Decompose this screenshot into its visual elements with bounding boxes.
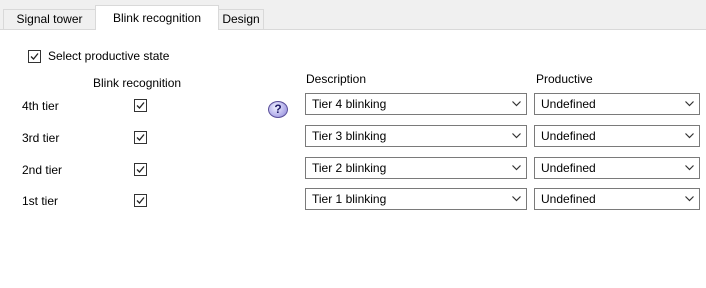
checkmark-icon [136,102,145,109]
description-value: Tier 3 blinking [312,129,387,143]
productive-dropdown[interactable]: Undefined [534,188,700,210]
tab-signal-tower[interactable]: Signal tower [3,9,96,29]
productive-value: Undefined [541,192,596,206]
tier-label: 1st tier [22,194,59,208]
productive-value: Undefined [541,161,596,175]
productive-dropdown[interactable]: Undefined [534,125,700,147]
description-dropdown[interactable]: Tier 3 blinking [305,125,527,147]
blink-recognition-panel: Select productive state Blink recognitio… [0,29,706,288]
tier-label: 2nd tier [22,163,63,177]
description-value: Tier 2 blinking [312,161,387,175]
productive-value: Undefined [541,97,596,111]
description-dropdown[interactable]: Tier 1 blinking [305,188,527,210]
blink-checkbox[interactable] [134,99,147,112]
blink-recognition-header: Blink recognition [93,76,182,90]
chevron-down-icon [512,165,521,171]
description-header: Description [306,72,367,86]
tab-strip: Signal tower Blink recognition Design [0,0,706,30]
select-productive-checkbox[interactable] [28,50,41,63]
chevron-down-icon [512,196,521,202]
tab-design[interactable]: Design [218,9,264,29]
checkmark-icon [136,166,145,173]
productive-value: Undefined [541,129,596,143]
description-value: Tier 4 blinking [312,97,387,111]
tab-blink-recognition[interactable]: Blink recognition [95,5,219,30]
checkmark-icon [136,134,145,141]
chevron-down-icon [685,165,694,171]
tier-label: 3rd tier [22,131,60,145]
productive-header: Productive [536,72,593,86]
productive-dropdown[interactable]: Undefined [534,93,700,115]
select-productive-label: Select productive state [48,49,170,63]
description-value: Tier 1 blinking [312,192,387,206]
checkmark-icon [136,197,145,204]
productive-dropdown[interactable]: Undefined [534,157,700,179]
description-dropdown[interactable]: Tier 4 blinking [305,93,527,115]
blink-checkbox[interactable] [134,163,147,176]
chevron-down-icon [512,133,521,139]
help-icon[interactable]: ? [268,101,288,118]
blink-checkbox[interactable] [134,131,147,144]
blink-checkbox[interactable] [134,194,147,207]
description-dropdown[interactable]: Tier 2 blinking [305,157,527,179]
tier-label: 4th tier [22,99,59,113]
chevron-down-icon [685,133,694,139]
chevron-down-icon [685,101,694,107]
chevron-down-icon [512,101,521,107]
checkmark-icon [30,53,39,60]
chevron-down-icon [685,196,694,202]
